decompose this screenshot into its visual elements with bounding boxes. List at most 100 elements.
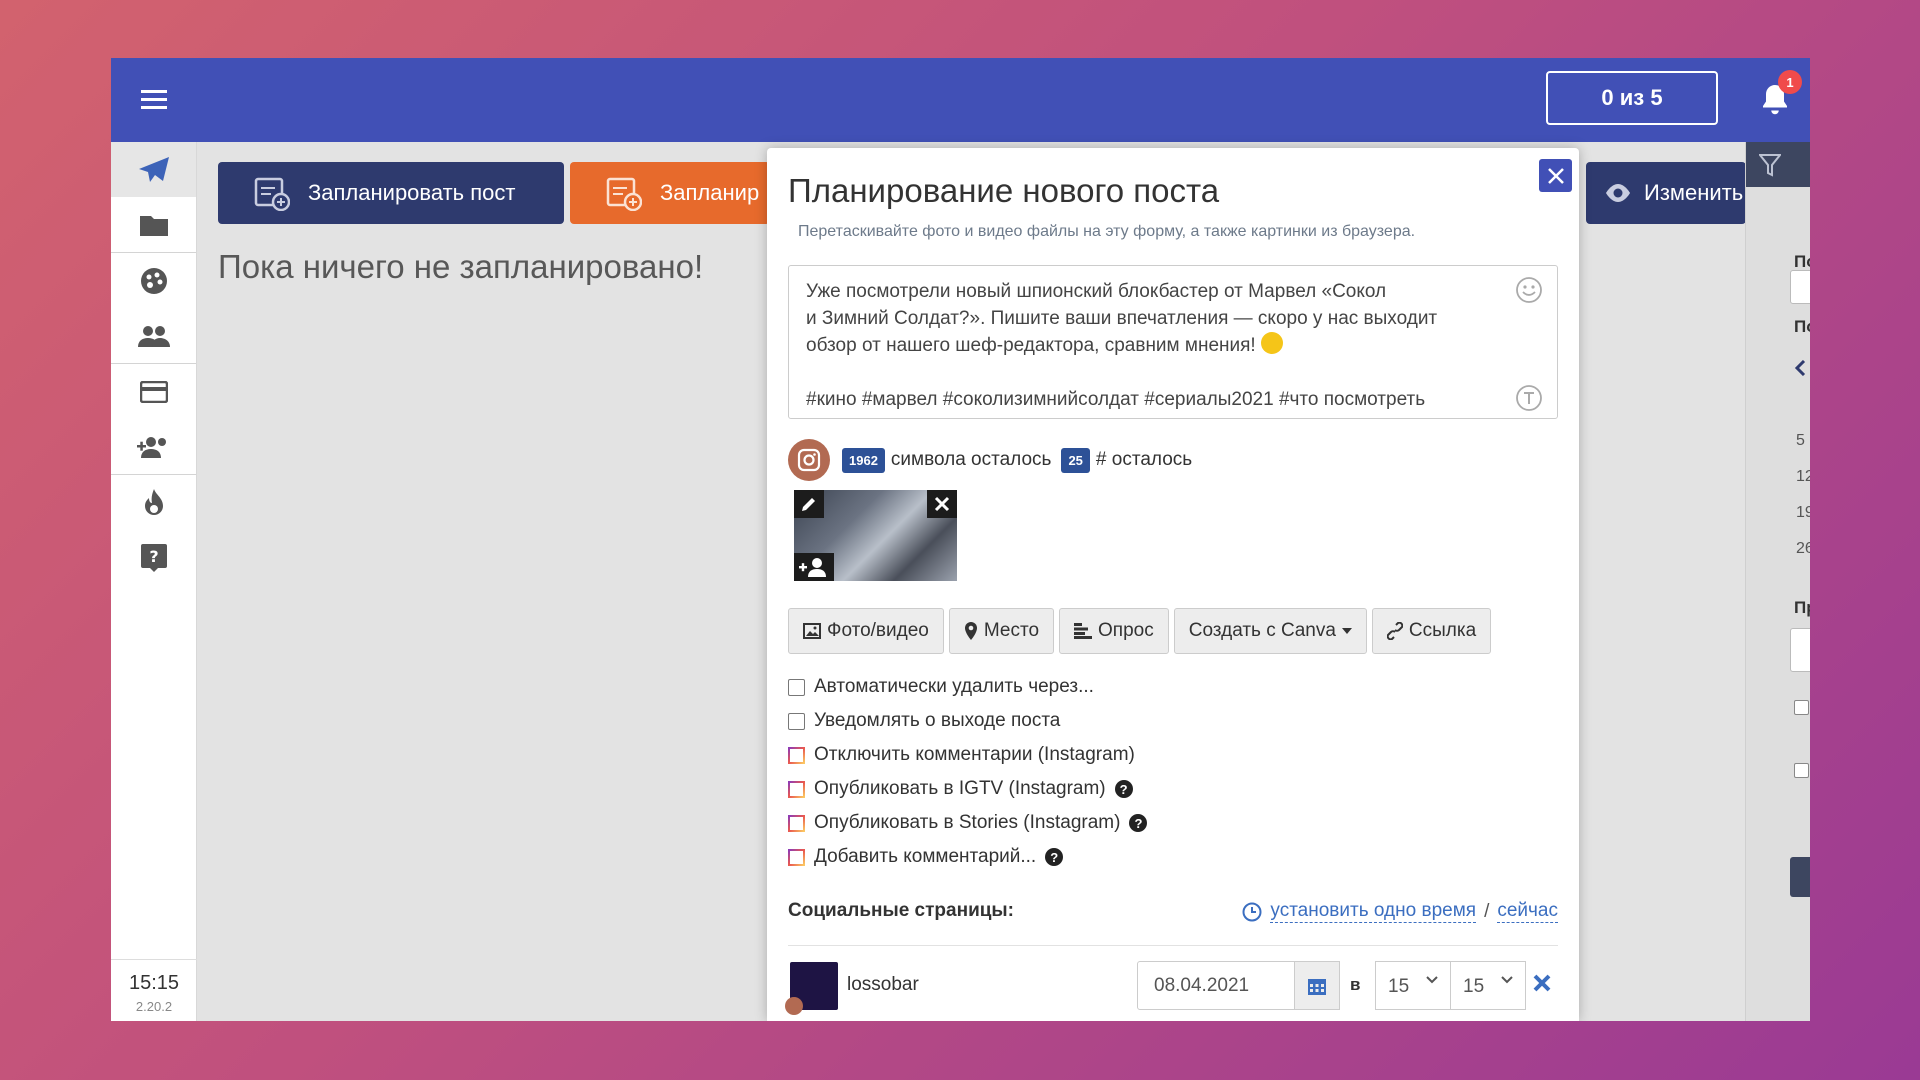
now-link[interactable]: сейчас (1497, 900, 1558, 923)
disable-comments-checkbox[interactable] (788, 746, 805, 764)
option-igtv[interactable]: Опубликовать в IGTV (Instagram) ? (788, 772, 1147, 806)
help-icon[interactable]: ? (1045, 848, 1064, 866)
right-panel: По По 5 12 19 26 Пр (1745, 142, 1810, 1021)
calendar-day[interactable]: 19 (1796, 504, 1810, 522)
date-input[interactable]: 08.04.2021 (1137, 961, 1295, 1010)
social-pages-heading: Социальные страницы: (788, 900, 1014, 921)
right-panel-label: По (1794, 317, 1810, 336)
instagram-icon (785, 997, 803, 1015)
help-icon[interactable]: ? (1114, 780, 1133, 798)
add-link-button[interactable]: Ссылка (1371, 608, 1492, 654)
text-format-icon[interactable] (1515, 384, 1543, 412)
map-marker-icon (964, 622, 977, 640)
right-panel-field[interactable] (1790, 628, 1810, 672)
char-counter-row: 1962 символа осталось 25 # осталось (788, 439, 1192, 481)
close-icon (934, 496, 950, 512)
help-icon: ? (140, 543, 167, 572)
sidebar-item-help[interactable]: ? (111, 530, 196, 585)
option-disable-comments[interactable]: Отключить комментарии (Instagram) (788, 738, 1147, 772)
clock-icon (1242, 902, 1262, 921)
post-counter-button[interactable]: 0 из 5 (1546, 71, 1718, 125)
edit-media-button[interactable] (794, 490, 824, 518)
media-thumbnail[interactable] (794, 490, 957, 581)
time-links: установить одно время / сейчас (1242, 900, 1558, 923)
clock-panel: 15:15 2.20.2 (111, 959, 197, 1021)
filter-icon[interactable] (1757, 154, 1783, 178)
calendar-day[interactable]: 26 (1796, 540, 1810, 558)
tag-user-button[interactable] (794, 553, 834, 581)
emoji-picker-icon[interactable] (1515, 276, 1543, 304)
add-poll-button[interactable]: Опрос (1059, 608, 1169, 654)
empty-schedule-message: Пока ничего не запланировано! (218, 248, 704, 285)
card-icon (139, 380, 168, 403)
minute-select[interactable]: 15 (1450, 961, 1526, 1010)
users-icon (137, 325, 170, 347)
eye-icon (1606, 184, 1630, 202)
notification-badge: 1 (1778, 70, 1802, 94)
post-text-line: и Зимний Солдат?». Пишите ваши впечатлен… (806, 308, 1438, 329)
pencil-icon (802, 498, 815, 511)
chevron-down-icon (1426, 976, 1438, 984)
attachment-toolbar: Фото/видео Место Опрос Создать с Canva С… (788, 608, 1492, 654)
post-text-line: обзор от нашего шеф-редактора, сравним м… (806, 332, 1477, 359)
right-panel-action-button[interactable] (1790, 857, 1810, 897)
wink-emoji-icon (1260, 332, 1283, 354)
sidebar-item-accounts[interactable] (111, 308, 196, 363)
sidebar-item-trending[interactable] (111, 475, 196, 530)
set-one-time-link[interactable]: установить одно время (1270, 900, 1477, 923)
chevron-left-icon[interactable] (1794, 360, 1806, 376)
option-notify[interactable]: Уведомлять о выходе поста (788, 704, 1147, 738)
sidebar-item-team[interactable] (111, 419, 196, 474)
calendar-day[interactable]: 12 (1796, 468, 1810, 486)
calendar-button[interactable] (1294, 961, 1340, 1010)
modal-close-button[interactable] (1539, 159, 1572, 192)
add-comment-checkbox[interactable] (788, 848, 805, 866)
app-version: 2.20.2 (135, 999, 173, 1014)
add-users-icon (136, 436, 166, 458)
notify-checkbox[interactable] (788, 712, 805, 730)
right-panel-field[interactable] (1790, 270, 1810, 304)
right-panel-checkbox[interactable] (1794, 763, 1809, 778)
remove-account-icon[interactable] (1530, 971, 1554, 995)
schedule-post-button[interactable]: Запланировать пост (218, 162, 564, 224)
calendar-add-icon (606, 177, 642, 211)
stories-checkbox[interactable] (788, 814, 805, 832)
option-auto-delete[interactable]: Автоматически удалить через... (788, 670, 1147, 704)
edit-view-button[interactable]: Изменить (1586, 162, 1746, 224)
link-icon (1386, 622, 1403, 640)
add-place-button[interactable]: Место (948, 608, 1055, 654)
current-time: 15:15 (128, 972, 180, 994)
sidebar-item-files[interactable] (111, 197, 196, 252)
auto-delete-checkbox[interactable] (788, 678, 805, 696)
post-text-input[interactable]: Уже посмотрели новый шпионский блокбасте… (788, 265, 1558, 419)
sidebar-item-posts[interactable] (111, 142, 196, 197)
sidebar: ? 15:15 2.20.2 (111, 142, 197, 1021)
hour-select[interactable]: 15 (1375, 961, 1451, 1010)
top-bar: 0 из 5 1 (111, 58, 1810, 142)
option-stories[interactable]: Опубликовать в Stories (Instagram) ? (788, 806, 1148, 840)
filter-bar (1746, 142, 1810, 187)
option-add-comment[interactable]: Добавить комментарий... ? (788, 840, 1147, 874)
edit-label: Изменить (1644, 180, 1744, 205)
create-with-canva-dropdown[interactable]: Создать с Canva (1173, 608, 1367, 654)
igtv-checkbox[interactable] (788, 780, 805, 798)
calendar-add-icon (254, 177, 290, 211)
at-label: в (1350, 975, 1361, 994)
add-photo-video-button[interactable]: Фото/видео (788, 608, 944, 654)
remove-media-button[interactable] (927, 490, 957, 518)
calendar-day[interactable]: 5 (1796, 432, 1805, 450)
account-name: lossobar (847, 974, 919, 995)
hamburger-menu-button[interactable] (111, 58, 197, 142)
modal-title: Планирование нового поста (788, 172, 1220, 209)
poll-icon (1074, 623, 1093, 639)
calendar-icon (1308, 978, 1326, 995)
post-text-line: Уже посмотрели новый шпионский блокбасте… (806, 281, 1387, 302)
sidebar-item-billing[interactable] (111, 364, 196, 419)
link-separator: / (1484, 900, 1490, 922)
right-panel-checkbox[interactable] (1794, 700, 1809, 715)
schedule-other-button[interactable]: Запланир (570, 162, 770, 224)
caret-down-icon (1341, 628, 1352, 634)
sidebar-item-design[interactable] (111, 253, 196, 308)
help-icon[interactable]: ? (1129, 814, 1148, 832)
chevron-down-icon (1501, 976, 1513, 984)
